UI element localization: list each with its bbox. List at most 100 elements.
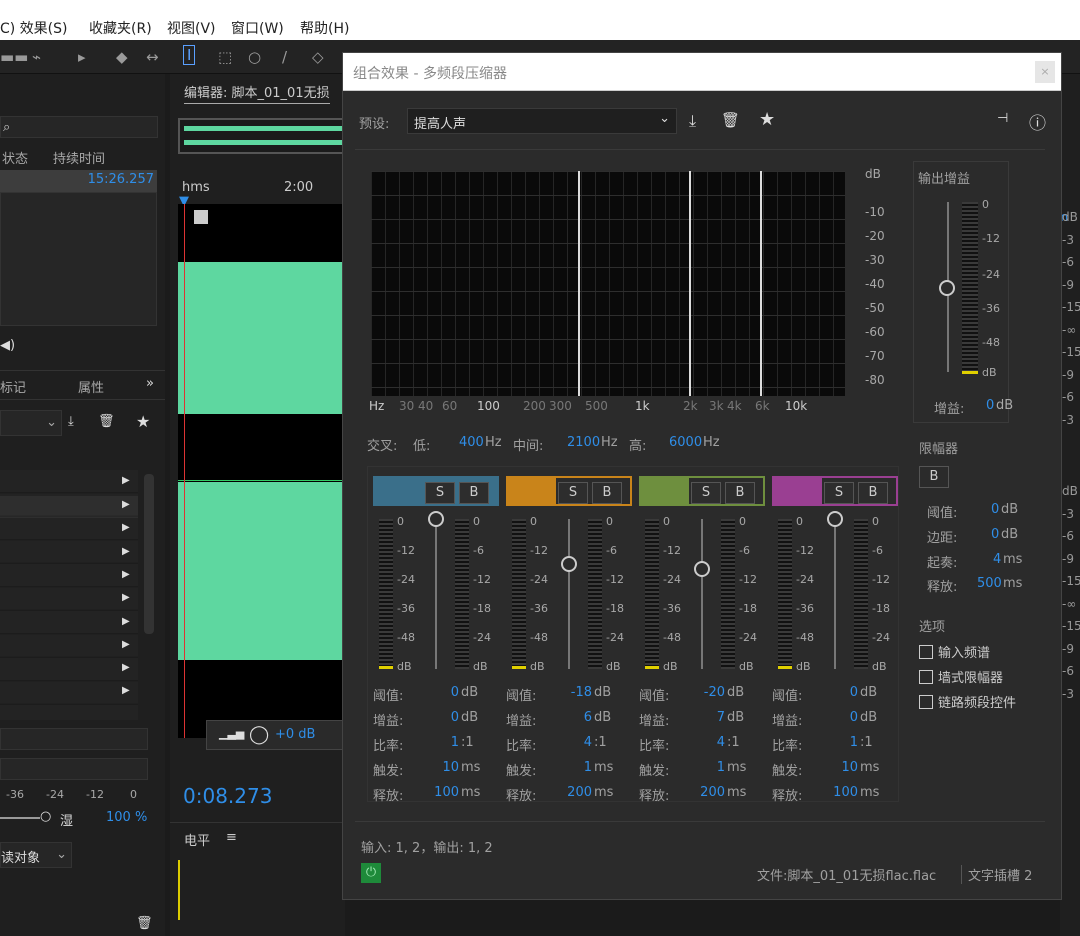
menu-window[interactable]: 窗口(W) — [231, 18, 284, 38]
threshold-value[interactable]: 0 — [433, 685, 459, 700]
trash-icon[interactable]: 🗑 — [721, 111, 740, 129]
option-input-spectrum[interactable]: 输入频谱 — [919, 642, 990, 661]
routing-icon[interactable]: ⊣ — [997, 111, 1008, 126]
slot-arrow-icon[interactable]: ▶ — [122, 616, 130, 627]
trash-icon[interactable]: 🗑 — [136, 916, 153, 931]
power-button[interactable]: ⏻ — [361, 863, 381, 883]
threshold-value[interactable]: -20 — [699, 685, 725, 700]
tab-markers[interactable]: 标记 — [0, 377, 26, 396]
limiter-margin-value[interactable]: 0 — [991, 527, 999, 542]
menu-effects[interactable]: C) 效果(S) — [0, 18, 68, 38]
spectral-view-icon[interactable]: ⌁ — [32, 48, 41, 66]
output-gain-value[interactable]: 0 — [986, 398, 994, 413]
search-field[interactable]: ⌕ — [0, 116, 158, 138]
threshold-slider-track[interactable] — [834, 519, 836, 669]
lasso-tool-icon[interactable]: ○ — [248, 48, 261, 66]
ratio-value[interactable]: 4 — [566, 735, 592, 750]
file-row[interactable]: 15:26.257 — [0, 170, 157, 192]
release-value[interactable]: 100 — [433, 785, 459, 800]
speaker-icon[interactable]: ◀) — [0, 338, 15, 353]
attack-value[interactable]: 10 — [433, 760, 459, 775]
wet-slider-track[interactable] — [0, 817, 40, 819]
ratio-value[interactable]: 4 — [699, 735, 725, 750]
attack-value[interactable]: 1 — [699, 760, 725, 775]
slot-arrow-icon[interactable]: ▶ — [122, 569, 130, 580]
current-time[interactable]: 0:08.273 — [183, 784, 272, 808]
waveform-view-icon[interactable]: ▬▬ — [0, 48, 28, 66]
wet-slider-knob[interactable]: ○ — [40, 809, 51, 824]
threshold-slider-track[interactable] — [435, 519, 437, 669]
dialog-title-bar[interactable]: 组合效果 - 多频段压缩器 × — [343, 53, 1061, 91]
heal-tool-icon[interactable]: ◇ — [312, 48, 324, 66]
marquee-tool-icon[interactable]: ⬚ — [218, 48, 232, 66]
more-tabs-icon[interactable]: » — [146, 376, 154, 391]
crossover-low-line[interactable] — [578, 171, 580, 396]
move-tool-icon[interactable]: ▸ — [78, 48, 86, 66]
checkbox[interactable] — [919, 695, 933, 709]
clip-handle-icon[interactable] — [194, 210, 208, 224]
time-select-tool-icon[interactable]: I — [183, 45, 196, 65]
save-preset-icon[interactable]: ⤓ — [68, 414, 74, 429]
file-list[interactable] — [0, 192, 157, 326]
overview-navigator[interactable] — [178, 118, 345, 154]
bypass-button[interactable]: B — [459, 482, 489, 504]
duration-column-header[interactable]: 持续时间 — [53, 148, 105, 167]
threshold-slider-track[interactable] — [568, 519, 570, 669]
checkbox[interactable] — [919, 670, 933, 684]
brush-tool-icon[interactable]: / — [282, 48, 287, 66]
close-button[interactable]: × — [1035, 61, 1055, 83]
menu-help[interactable]: 帮助(H) — [300, 18, 349, 38]
razor-tool-icon[interactable]: ◆ — [116, 48, 128, 66]
limiter-threshold-value[interactable]: 0 — [991, 502, 999, 517]
menu-view[interactable]: 视图(V) — [167, 18, 216, 38]
gain-value[interactable]: 0 — [832, 710, 858, 725]
solo-button[interactable]: S — [824, 482, 854, 504]
bypass-button[interactable]: B — [858, 482, 888, 504]
gain-value[interactable]: 6 — [566, 710, 592, 725]
crossover-mid-line[interactable] — [689, 171, 691, 396]
bypass-button[interactable]: B — [592, 482, 622, 504]
gain-value[interactable]: 0 — [433, 710, 459, 725]
slot-arrow-icon[interactable]: ▶ — [122, 592, 130, 603]
slot-arrow-icon[interactable]: ▶ — [122, 662, 130, 673]
threshold-slider-knob[interactable] — [827, 511, 843, 527]
preset-dropdown[interactable]: ⌄ — [0, 410, 62, 436]
threshold-slider-knob[interactable] — [428, 511, 444, 527]
attack-value[interactable]: 10 — [832, 760, 858, 775]
menu-favorites[interactable]: 收藏夹(R) — [89, 18, 152, 38]
crossover-mid-value[interactable]: 2100 — [567, 435, 600, 450]
option-link-band-controls[interactable]: 链路频段控件 — [919, 692, 1016, 711]
waveform[interactable] — [178, 204, 345, 738]
trash-icon[interactable]: 🗑 — [98, 414, 115, 429]
rack-scrollbar[interactable] — [144, 474, 154, 634]
limiter-release-value[interactable]: 500 — [977, 576, 1002, 591]
bypass-button[interactable]: B — [725, 482, 755, 504]
solo-button[interactable]: S — [425, 482, 455, 504]
slot-arrow-icon[interactable]: ▶ — [122, 546, 130, 557]
solo-button[interactable]: S — [558, 482, 588, 504]
limiter-attack-value[interactable]: 4 — [993, 552, 1001, 567]
slot-arrow-icon[interactable]: ▶ — [122, 522, 130, 533]
process-dropdown[interactable]: 读对象 ⌄ — [0, 842, 72, 868]
spectrum-display[interactable] — [371, 171, 845, 396]
tab-properties[interactable]: 属性 — [78, 377, 104, 396]
crossover-high-value[interactable]: 6000 — [669, 435, 702, 450]
threshold-slider-track[interactable] — [701, 519, 703, 669]
ratio-value[interactable]: 1 — [433, 735, 459, 750]
crossover-high-line[interactable] — [760, 171, 762, 396]
save-preset-icon[interactable]: ⤓ — [689, 111, 696, 131]
slot-arrow-icon[interactable]: ▶ — [122, 639, 130, 650]
rack-slots[interactable] — [0, 470, 138, 720]
slot-arrow-icon[interactable]: ▶ — [122, 475, 130, 486]
ratio-value[interactable]: 1 — [832, 735, 858, 750]
level-panel-title[interactable]: 电平 — [184, 830, 210, 849]
slot-arrow-icon[interactable]: ▶ — [122, 499, 130, 510]
release-value[interactable]: 200 — [566, 785, 592, 800]
option-brickwall-limiter[interactable]: 墙式限幅器 — [919, 667, 1003, 686]
info-icon[interactable]: ⓘ — [1029, 109, 1046, 134]
threshold-slider-knob[interactable] — [561, 556, 577, 572]
crossover-low-value[interactable]: 400 — [459, 435, 484, 450]
threshold-slider-knob[interactable] — [694, 561, 710, 577]
threshold-value[interactable]: -18 — [566, 685, 592, 700]
volume-knob-icon[interactable]: ◯ — [249, 724, 269, 745]
